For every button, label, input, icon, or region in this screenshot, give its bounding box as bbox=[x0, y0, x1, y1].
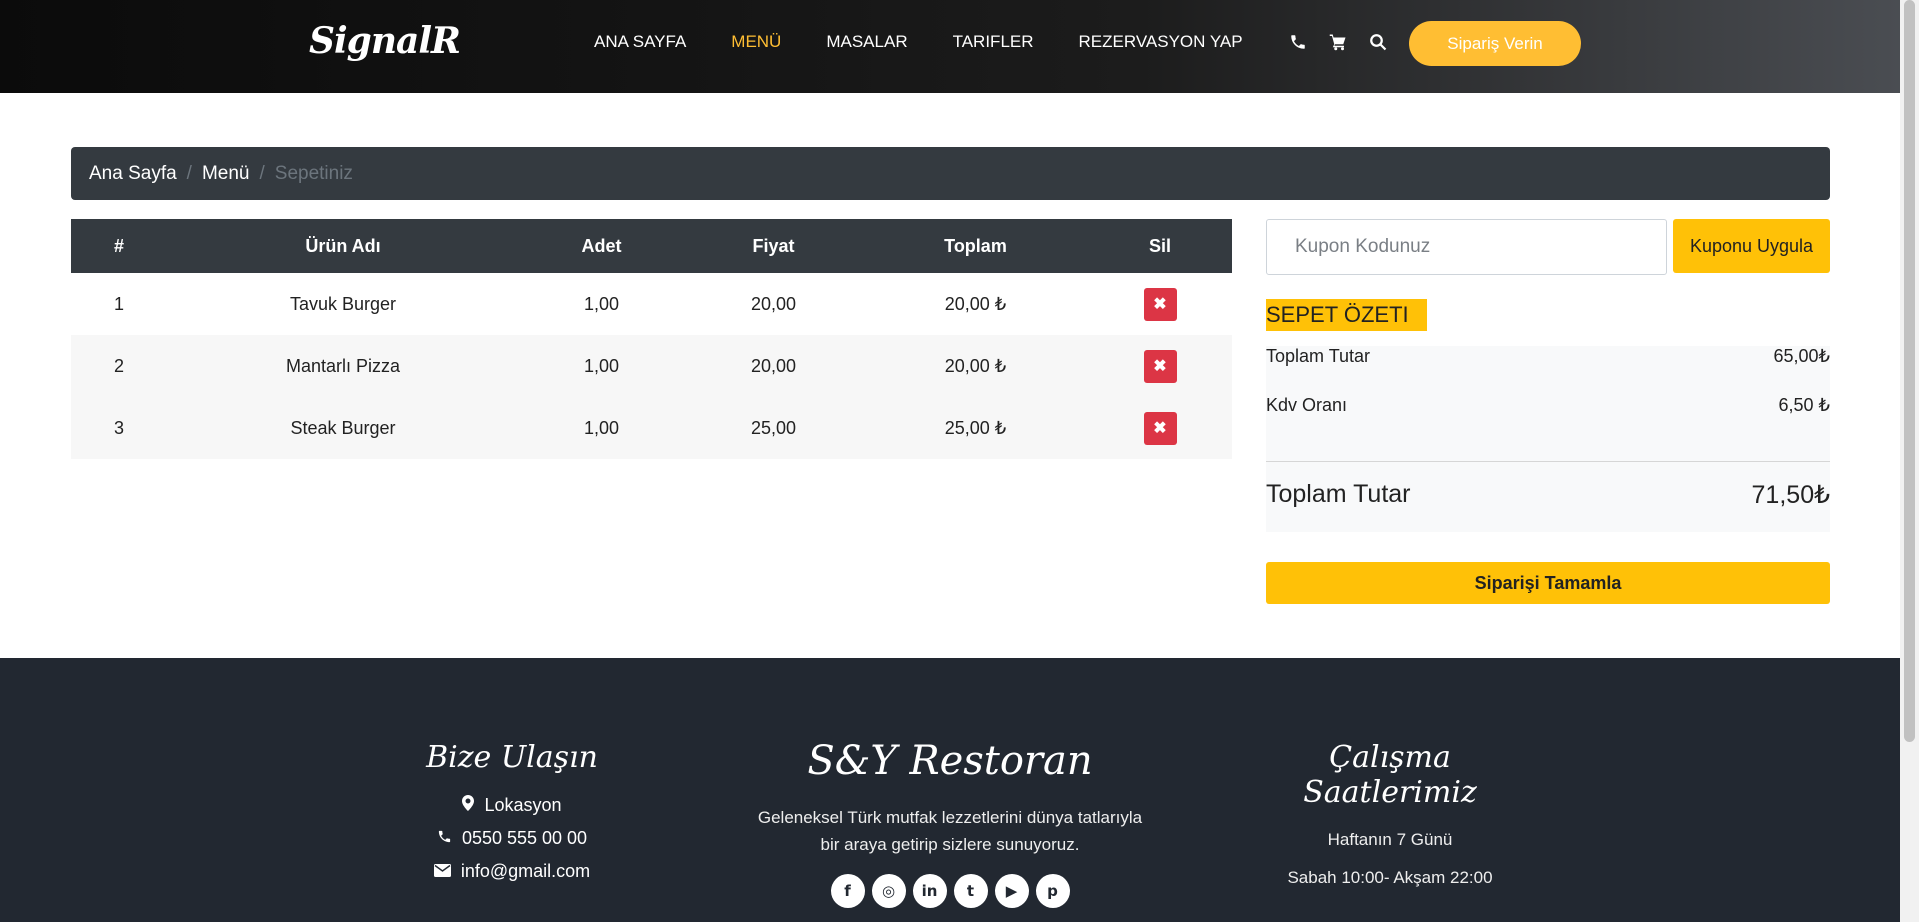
social-links: f ◎ in t ▶ p bbox=[750, 874, 1150, 908]
delete-cell: ✖ bbox=[1088, 397, 1232, 459]
table-row: 2 Mantarlı Pizza 1,00 20,00 20,00 ₺ ✖ bbox=[71, 335, 1232, 397]
product-name: Steak Burger bbox=[167, 397, 519, 459]
breadcrumb-separator: / bbox=[259, 162, 265, 184]
main-nav: ANA SAYFA MENÜ MASALAR TARIFLER REZERVAS… bbox=[594, 32, 1288, 52]
product-price: 25,00 bbox=[684, 397, 863, 459]
product-name: Mantarlı Pizza bbox=[167, 335, 519, 397]
footer-hours: Çalışma Saatlerimiz Haftanın 7 Günü Saba… bbox=[1240, 740, 1540, 906]
contact-title: Bize Ulaşın bbox=[426, 740, 598, 775]
product-quantity: 1,00 bbox=[519, 335, 684, 397]
footer-contact: Bize Ulaşın Lokasyon 0550 555 00 00 info… bbox=[400, 740, 624, 894]
delete-cell: ✖ bbox=[1088, 273, 1232, 335]
vat-value: 6,50 ₺ bbox=[1778, 395, 1831, 415]
col-price: Fiyat bbox=[684, 219, 863, 273]
top-navbar: SignalR ANA SAYFA MENÜ MASALAR TARIFLER … bbox=[0, 0, 1900, 93]
col-delete: Sil bbox=[1088, 219, 1232, 273]
header-icons bbox=[1289, 33, 1387, 51]
row-number: 2 bbox=[71, 335, 167, 397]
delete-item-button[interactable]: ✖ bbox=[1143, 349, 1177, 383]
facebook-icon[interactable]: f bbox=[830, 874, 865, 908]
cart-summary-title: SEPET ÖZETI bbox=[1266, 299, 1427, 331]
vat-row: Kdv Oranı 6,50 ₺ bbox=[1266, 395, 1830, 416]
table-row: 3 Steak Burger 1,00 25,00 25,00 ₺ ✖ bbox=[71, 397, 1232, 459]
contact-email[interactable]: info@gmail.com bbox=[400, 861, 624, 882]
product-total: 20,00 ₺ bbox=[863, 335, 1088, 397]
email-text: info@gmail.com bbox=[460, 861, 591, 881]
col-total: Toplam bbox=[863, 219, 1088, 273]
location-text: Lokasyon bbox=[484, 795, 562, 815]
complete-order-button[interactable]: Siparişi Tamamla bbox=[1266, 562, 1830, 604]
coupon-code-input[interactable] bbox=[1266, 219, 1667, 275]
map-marker-icon bbox=[462, 795, 475, 816]
summary-divider bbox=[1266, 461, 1830, 462]
col-quantity: Adet bbox=[519, 219, 684, 273]
search-icon[interactable] bbox=[1369, 33, 1387, 51]
page-scrollbar[interactable] bbox=[1900, 0, 1919, 922]
product-quantity: 1,00 bbox=[519, 273, 684, 335]
pinterest-icon[interactable]: p bbox=[1035, 874, 1070, 908]
scrollbar-thumb[interactable] bbox=[1904, 0, 1915, 742]
grand-total-label: Toplam Tutar bbox=[1266, 480, 1411, 508]
cart-header-row: # Ürün Adı Adet Fiyat Toplam Sil bbox=[71, 219, 1232, 273]
subtotal-row: Toplam Tutar 65,00₺ bbox=[1266, 346, 1830, 367]
breadcrumb-home[interactable]: Ana Sayfa bbox=[89, 163, 177, 185]
contact-location[interactable]: Lokasyon bbox=[400, 795, 624, 816]
breadcrumb: Ana Sayfa / Menü / Sepetiniz bbox=[71, 147, 1830, 200]
col-number: # bbox=[71, 219, 167, 273]
contact-phone[interactable]: 0550 555 00 00 bbox=[400, 828, 624, 849]
envelope-icon bbox=[433, 861, 451, 882]
table-row: 1 Tavuk Burger 1,00 20,00 20,00 ₺ ✖ bbox=[71, 273, 1232, 335]
restaurant-description: Geleneksel Türk mutfak lezzetlerini düny… bbox=[757, 808, 1143, 854]
footer: Bize Ulaşın Lokasyon 0550 555 00 00 info… bbox=[0, 658, 1900, 922]
delete-item-button[interactable]: ✖ bbox=[1143, 411, 1177, 445]
row-number: 3 bbox=[71, 397, 167, 459]
row-number: 1 bbox=[71, 273, 167, 335]
subtotal-value: 65,00₺ bbox=[1773, 346, 1831, 366]
instagram-icon[interactable]: ◎ bbox=[871, 874, 906, 908]
grand-total-value: 71,50₺ bbox=[1751, 481, 1830, 509]
grand-total-row: Toplam Tutar 71,50₺ bbox=[1266, 480, 1830, 510]
nav-reservation[interactable]: REZERVASYON YAP bbox=[1079, 32, 1243, 52]
youtube-icon[interactable]: ▶ bbox=[994, 874, 1029, 908]
delete-cell: ✖ bbox=[1088, 335, 1232, 397]
hours-time: Sabah 10:00- Akşam 22:00 bbox=[1287, 868, 1493, 887]
nav-tables[interactable]: MASALAR bbox=[826, 32, 907, 52]
nav-menu[interactable]: MENÜ bbox=[731, 32, 781, 52]
hours-title: Çalışma Saatlerimiz bbox=[1303, 740, 1477, 810]
apply-coupon-button[interactable]: Kuponu Uygula bbox=[1673, 219, 1830, 273]
restaurant-name: S&Y Restoran bbox=[807, 738, 1093, 784]
product-total: 20,00 ₺ bbox=[863, 273, 1088, 335]
nav-recipes[interactable]: TARIFLER bbox=[953, 32, 1034, 52]
cart-icon[interactable] bbox=[1329, 33, 1347, 51]
subtotal-label: Toplam Tutar bbox=[1266, 346, 1371, 366]
product-total: 25,00 ₺ bbox=[863, 397, 1088, 459]
brand-logo[interactable]: SignalR bbox=[309, 20, 461, 62]
product-price: 20,00 bbox=[684, 273, 863, 335]
nav-home[interactable]: ANA SAYFA bbox=[594, 32, 686, 52]
delete-item-button[interactable]: ✖ bbox=[1143, 287, 1177, 321]
cart-summary: Toplam Tutar 65,00₺ Kdv Oranı 6,50 ₺ Top… bbox=[1266, 346, 1830, 532]
phone-text: 0550 555 00 00 bbox=[461, 828, 588, 848]
footer-about: S&Y Restoran Geleneksel Türk mutfak lezz… bbox=[750, 738, 1150, 908]
vat-label: Kdv Oranı bbox=[1266, 395, 1348, 415]
breadcrumb-current: Sepetiniz bbox=[274, 162, 353, 184]
cart-table: # Ürün Adı Adet Fiyat Toplam Sil 1 Tavuk… bbox=[71, 219, 1232, 459]
breadcrumb-menu[interactable]: Menü bbox=[202, 163, 250, 185]
linkedin-icon[interactable]: in bbox=[912, 874, 947, 908]
phone-icon bbox=[437, 828, 452, 849]
breadcrumb-separator: / bbox=[186, 162, 192, 184]
hours-days: Haftanın 7 Günü bbox=[1327, 830, 1453, 849]
col-product-name: Ürün Adı bbox=[167, 219, 519, 273]
product-name: Tavuk Burger bbox=[167, 273, 519, 335]
product-quantity: 1,00 bbox=[519, 397, 684, 459]
twitter-icon[interactable]: t bbox=[953, 874, 988, 908]
order-now-button[interactable]: Sipariş Verin bbox=[1409, 21, 1581, 66]
phone-icon[interactable] bbox=[1289, 33, 1307, 51]
product-price: 20,00 bbox=[684, 335, 863, 397]
